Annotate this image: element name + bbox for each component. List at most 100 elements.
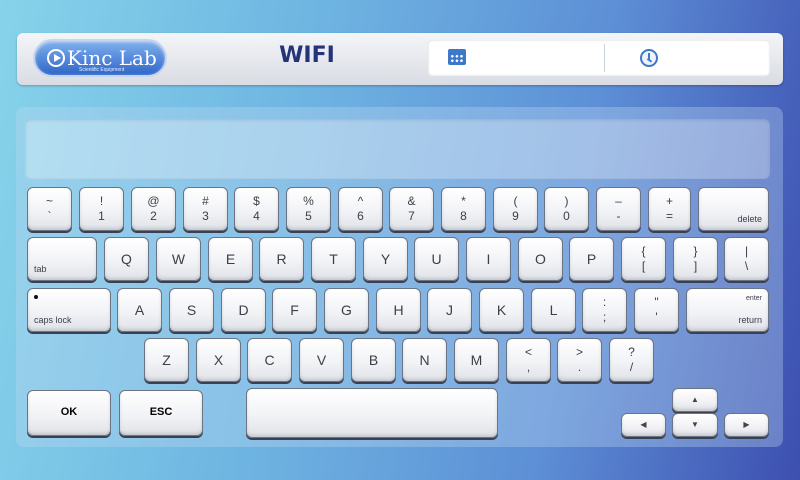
key-1[interactable]: ! 1 bbox=[79, 187, 124, 231]
key-r[interactable]: R bbox=[259, 237, 304, 281]
key-h[interactable]: H bbox=[376, 288, 421, 332]
key-top-char: | bbox=[744, 244, 749, 258]
key-8[interactable]: * 8 bbox=[441, 187, 486, 231]
key-q[interactable]: Q bbox=[104, 237, 149, 281]
key-top-char: ( bbox=[513, 194, 518, 208]
key-z[interactable]: Z bbox=[144, 338, 189, 382]
key-p[interactable]: P bbox=[569, 237, 614, 281]
key-char: Z bbox=[162, 352, 171, 368]
ok-label: OK bbox=[60, 406, 78, 418]
key-backslash[interactable]: | \ bbox=[724, 237, 769, 281]
key-bottom-char: ; bbox=[602, 310, 607, 324]
key-period[interactable]: >. bbox=[557, 338, 602, 382]
key-backtick[interactable]: ~ ` bbox=[27, 187, 72, 231]
key-w[interactable]: W bbox=[156, 237, 201, 281]
space-key[interactable] bbox=[246, 388, 498, 438]
key-0[interactable]: ) 0 bbox=[544, 187, 589, 231]
caps-lock-key[interactable]: caps lock bbox=[27, 288, 111, 332]
right-arrow-icon: ▶ bbox=[743, 420, 750, 429]
key-f[interactable]: F bbox=[272, 288, 317, 332]
key-n[interactable]: N bbox=[402, 338, 447, 382]
key-x[interactable]: X bbox=[196, 338, 241, 382]
key-6[interactable]: ^ 6 bbox=[338, 187, 383, 231]
key-char: R bbox=[276, 251, 287, 267]
key-char: T bbox=[329, 251, 338, 267]
key-equals[interactable]: + = bbox=[648, 187, 691, 231]
key-j[interactable]: J bbox=[427, 288, 472, 332]
key-char: Q bbox=[121, 251, 132, 267]
key-o[interactable]: O bbox=[518, 237, 563, 281]
key-char: U bbox=[431, 251, 442, 267]
key-minus[interactable]: – - bbox=[596, 187, 641, 231]
key-char: C bbox=[264, 352, 275, 368]
key-top-char: * bbox=[461, 194, 466, 208]
key-7[interactable]: & 7 bbox=[389, 187, 434, 231]
key-char: X bbox=[213, 352, 224, 368]
key-right-bracket[interactable]: }] bbox=[673, 237, 718, 281]
key-top-char: $ bbox=[253, 194, 260, 208]
key-char: A bbox=[134, 302, 145, 318]
key-c[interactable]: C bbox=[247, 338, 292, 382]
key-char: V bbox=[316, 352, 327, 368]
key-top-char: ^ bbox=[357, 194, 364, 208]
key-u[interactable]: U bbox=[414, 237, 459, 281]
key-left-bracket[interactable]: {[ bbox=[621, 237, 666, 281]
key-t[interactable]: T bbox=[311, 237, 356, 281]
key-4[interactable]: $4 bbox=[234, 187, 279, 231]
ok-button[interactable]: OK bbox=[27, 390, 111, 436]
key-5[interactable]: % 5 bbox=[286, 187, 331, 231]
key-comma[interactable]: <, bbox=[506, 338, 551, 382]
key-bottom-char: / bbox=[629, 360, 634, 374]
key-semicolon[interactable]: :; bbox=[582, 288, 627, 332]
key-k[interactable]: K bbox=[479, 288, 524, 332]
key-slash[interactable]: ? / bbox=[609, 338, 654, 382]
key-bottom-char: 7 bbox=[408, 209, 415, 223]
key-3[interactable]: #3 bbox=[183, 187, 228, 231]
key-l[interactable]: L bbox=[531, 288, 576, 332]
key-bottom-char: 5 bbox=[305, 209, 312, 223]
key-9[interactable]: (9 bbox=[493, 187, 538, 231]
key-top-char: + bbox=[665, 194, 673, 208]
caps-lock-label: caps lock bbox=[34, 315, 72, 325]
key-bottom-char: [ bbox=[641, 259, 646, 273]
key-v[interactable]: V bbox=[299, 338, 344, 382]
key-bottom-char: 6 bbox=[357, 209, 364, 223]
key-bottom-char: 8 bbox=[460, 209, 467, 223]
top-bar: Kinc Lab Scientific Equipment WIFI bbox=[17, 33, 783, 85]
date-time-display bbox=[428, 40, 770, 76]
key-char: F bbox=[290, 302, 299, 318]
key-b[interactable]: B bbox=[351, 338, 396, 382]
esc-button[interactable]: ESC bbox=[119, 390, 203, 436]
key-char: K bbox=[496, 302, 507, 318]
key-bottom-char: - bbox=[616, 209, 621, 223]
down-arrow-key[interactable]: ▼ bbox=[672, 413, 718, 437]
key-s[interactable]: S bbox=[169, 288, 214, 332]
key-top-char: # bbox=[202, 194, 209, 208]
key-g[interactable]: G bbox=[324, 288, 369, 332]
key-char: M bbox=[470, 352, 483, 368]
key-bottom-char: 4 bbox=[253, 209, 260, 223]
key-bottom-char: 9 bbox=[512, 209, 519, 223]
key-a[interactable]: A bbox=[117, 288, 162, 332]
key-e[interactable]: E bbox=[208, 237, 253, 281]
key-m[interactable]: M bbox=[454, 338, 499, 382]
tab-key[interactable]: tab bbox=[27, 237, 97, 281]
divider bbox=[604, 44, 605, 72]
return-label: return bbox=[738, 315, 762, 325]
key-char: D bbox=[238, 302, 249, 318]
up-arrow-key[interactable]: ▲ bbox=[672, 388, 718, 412]
delete-key[interactable]: delete bbox=[698, 187, 769, 231]
key-quote[interactable]: " ' bbox=[634, 288, 679, 332]
left-arrow-icon: ◀ bbox=[640, 420, 647, 429]
left-arrow-key[interactable]: ◀ bbox=[621, 413, 666, 437]
key-y[interactable]: Y bbox=[363, 237, 408, 281]
tab-label: tab bbox=[34, 264, 47, 274]
key-d[interactable]: D bbox=[221, 288, 266, 332]
key-bottom-char: = bbox=[665, 209, 673, 223]
key-i[interactable]: I bbox=[466, 237, 511, 281]
key-2[interactable]: @2 bbox=[131, 187, 176, 231]
key-top-char: : bbox=[602, 295, 607, 309]
right-arrow-key[interactable]: ▶ bbox=[724, 413, 769, 437]
wifi-password-input[interactable] bbox=[25, 119, 770, 179]
enter-key[interactable]: enter return bbox=[686, 288, 769, 332]
